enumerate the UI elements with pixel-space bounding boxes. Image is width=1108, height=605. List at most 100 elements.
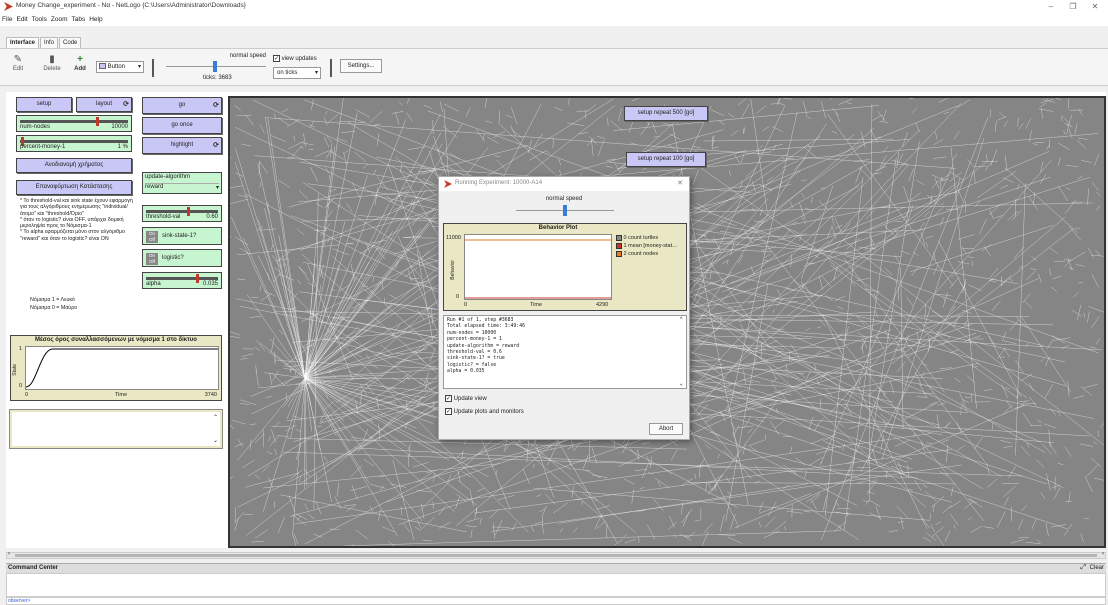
scroll-down-icon[interactable]: ⌄ [213,437,218,444]
forever-icon: ⟳ [213,102,219,109]
menu-tabs[interactable]: Tabs [70,14,88,26]
slider-track [146,277,218,280]
scroll-up-icon[interactable]: ⌃ [679,316,683,323]
chevron-down-icon: ▾ [137,64,141,70]
scroll-left-icon[interactable]: ‹ [8,551,10,557]
forever-icon: ⟳ [213,142,219,149]
switch-off-label: Off [149,259,155,264]
widget-type-select[interactable]: Button ▾ [96,61,144,73]
switch-on-label: On [148,231,155,236]
behavior-plot-canvas [464,234,612,300]
threshold-value: 0.60 [206,214,218,220]
menu-edit[interactable]: Edit [14,14,29,26]
netlogo-logo-icon [4,2,13,11]
minimize-button[interactable]: – [1040,0,1062,14]
info-note: * Το threshold-val και sink state έχουν … [20,198,133,242]
observer-input-row[interactable]: observer> [6,597,1106,605]
toggle-icon[interactable]: On Off [146,253,158,265]
plot-series-svg [25,348,218,388]
behavior-ylabel: Behavior [450,260,456,280]
menu-file[interactable]: File [0,14,14,26]
log-line: alpha = 0.035 [447,369,485,375]
tab-info[interactable]: Info [40,37,59,48]
window-title: Money Change_experiment - Να - NetLogo {… [16,2,246,9]
slider-thumb[interactable] [187,207,191,216]
go-once-button[interactable]: go once [142,117,222,134]
tab-code[interactable]: Code [59,37,82,48]
horizontal-scrollbar[interactable]: ‹ › [6,551,1106,559]
go-button[interactable]: go ⟳ [142,97,222,114]
legend-item-mean-money: 1 mean [money-stat... [616,242,686,250]
abort-button[interactable]: Abort [649,423,683,435]
experiment-log[interactable]: Run #1 of 1, step #3683 Total elapsed ti… [443,315,687,389]
scroll-right-icon[interactable]: › [1102,551,1104,557]
percent-money-slider[interactable]: percent-money-1 1 % [16,135,132,152]
clear-button[interactable]: Clear [1090,565,1104,571]
scroll-down-icon[interactable]: ⌄ [679,380,683,387]
dialog-speed-thumb[interactable] [563,205,567,216]
behavior-legend: 0 count turtles 1 mean [money-stat... 2 … [616,234,686,258]
edit-tool-button[interactable]: ✎ Edit [6,54,30,72]
update-plots-option: ✓ Update plots and monitors [445,408,524,415]
output-area[interactable]: ⌃ ⌄ [9,409,223,449]
add-tool-button[interactable]: + Add [68,54,92,72]
setup-button[interactable]: setup [16,97,72,112]
setup-repeat-500-button[interactable]: setup repeat 500 [go] [624,106,708,121]
ticks-counter: ticks: 3683 [203,75,232,81]
setup-repeat-100-button[interactable]: setup repeat 100 [go] [626,152,706,167]
sink-state-switch[interactable]: On Off sink-state-1? [142,227,222,245]
behavior-ymin: 0 [456,294,460,300]
slider-thumb[interactable] [95,117,99,126]
switch-off-label: Off [149,237,155,242]
add-tool-label: Add [74,66,86,72]
dialog-title: Running Experiment: 10000-A14 [455,180,543,186]
slider-track [20,120,128,123]
behavior-xmin: 0 [464,302,468,308]
behavior-ymax: 11000 [446,235,461,241]
legend-swatch [616,250,622,257]
money-plot: Μέσος όρος συναλλασσόμενων με νόμισμα 1 … [10,335,222,401]
command-output-area[interactable] [6,573,1106,597]
restore-state-button[interactable]: Επαναφόρτωση Κατάστασης [16,180,132,195]
menu-help[interactable]: Help [87,14,104,26]
threshold-slider[interactable]: threshold-val 0.60 [142,205,222,222]
delete-tool-button[interactable]: ▮ Delete [40,54,64,72]
update-mode-value: on ticks [277,70,298,76]
menu-tools[interactable]: Tools [30,14,49,26]
menu-zoom[interactable]: Zoom [49,14,70,26]
settings-button[interactable]: Settings... [340,59,382,73]
view-updates-checkbox[interactable]: ✓ [273,55,280,62]
maximize-button[interactable]: ❐ [1062,0,1084,14]
scroll-up-icon[interactable]: ⌃ [213,414,218,421]
speed-slider-thumb[interactable] [213,61,217,72]
reset-money-button[interactable]: Ανοδιανομή χρήματος [16,158,132,173]
update-plots-checkbox[interactable]: ✓ [445,408,452,415]
update-mode-select[interactable]: on ticks ▾ [273,67,321,79]
close-icon[interactable]: ✕ [677,179,683,187]
chooser-label: update-algorithm [145,174,191,180]
update-view-checkbox[interactable]: ✓ [445,395,452,402]
scrollbar-thumb[interactable] [15,554,1097,557]
alpha-slider[interactable]: alpha 0.035 [142,272,222,289]
threshold-label: threshold-val [146,214,181,220]
behavior-xmax: 4290 [596,302,609,308]
slider-thumb[interactable] [195,274,199,283]
plot-canvas [25,346,219,390]
toggle-icon[interactable]: On Off [146,231,158,243]
highlight-button[interactable]: highlight ⟳ [142,137,222,154]
layout-button[interactable]: layout ⟳ [76,97,132,112]
num-nodes-slider[interactable]: num-nodes 10000 [16,115,132,132]
view-updates-control: ✓ view updates [273,55,317,62]
button-widget-icon [99,63,106,70]
update-algorithm-chooser[interactable]: update-algorithm reward ▾ [142,172,222,194]
speed-control: normal speed ticks: 3683 [166,53,266,83]
chooser-value-row: reward ▾ [145,183,219,193]
legend-note-0: Νόμισμα 0 = Μαύρο [30,305,78,311]
tab-interface[interactable]: Interface [6,37,40,48]
legend-swatch [616,234,622,241]
close-window-button[interactable]: ✕ [1084,0,1106,14]
logistic-switch[interactable]: On Off logistic? [142,249,222,267]
trash-icon: ▮ [49,54,55,65]
percent-money-label: percent-money-1 [20,144,66,150]
expand-icon[interactable]: ⤢ [1080,564,1086,572]
